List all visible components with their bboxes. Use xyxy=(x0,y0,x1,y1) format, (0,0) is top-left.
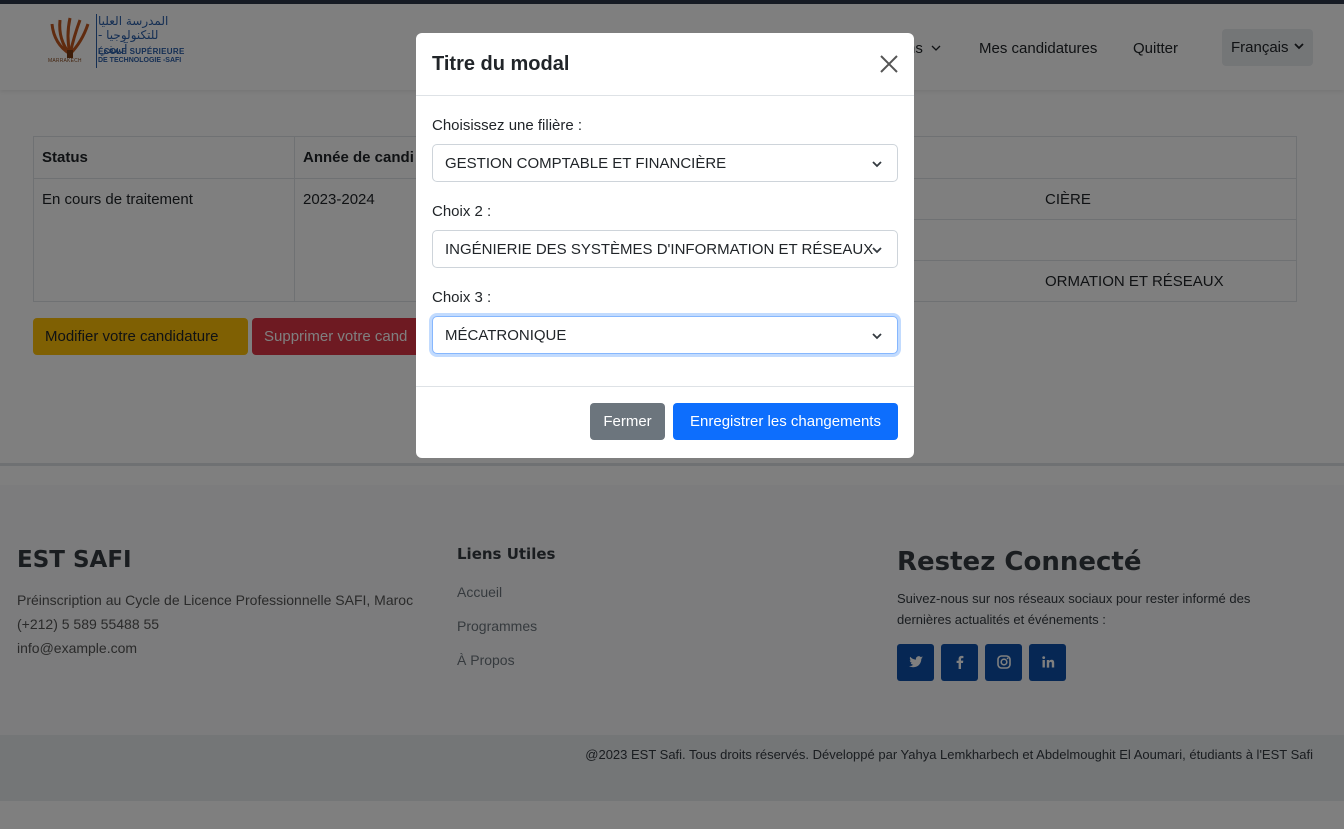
chevron-down-icon xyxy=(872,161,882,168)
choix3-label: Choix 3 : xyxy=(432,289,492,306)
modal-close-button[interactable]: Fermer xyxy=(590,403,665,440)
filiere-select[interactable]: GESTION COMPTABLE ET FINANCIÈRE xyxy=(432,144,898,182)
filiere-label: Choisissez une filière : xyxy=(432,117,583,134)
modal-footer-divider xyxy=(416,386,914,387)
choix2-select-value: INGÉNIERIE DES SYSTÈMES D'INFORMATION ET… xyxy=(445,241,874,258)
modal-header-divider xyxy=(416,95,914,96)
chevron-down-icon xyxy=(872,247,882,254)
choix3-select-value: MÉCATRONIQUE xyxy=(445,327,567,344)
close-icon[interactable] xyxy=(878,53,900,75)
choix3-select[interactable]: MÉCATRONIQUE xyxy=(432,316,898,354)
choix2-select[interactable]: INGÉNIERIE DES SYSTÈMES D'INFORMATION ET… xyxy=(432,230,898,268)
modal-save-button[interactable]: Enregistrer les changements xyxy=(673,403,898,440)
modal-title: Titre du modal xyxy=(432,53,570,75)
edit-candidature-modal: Titre du modal Choisissez une filière : … xyxy=(416,33,914,458)
chevron-down-icon xyxy=(872,333,882,340)
filiere-select-value: GESTION COMPTABLE ET FINANCIÈRE xyxy=(445,155,727,172)
choix2-label: Choix 2 : xyxy=(432,203,492,220)
